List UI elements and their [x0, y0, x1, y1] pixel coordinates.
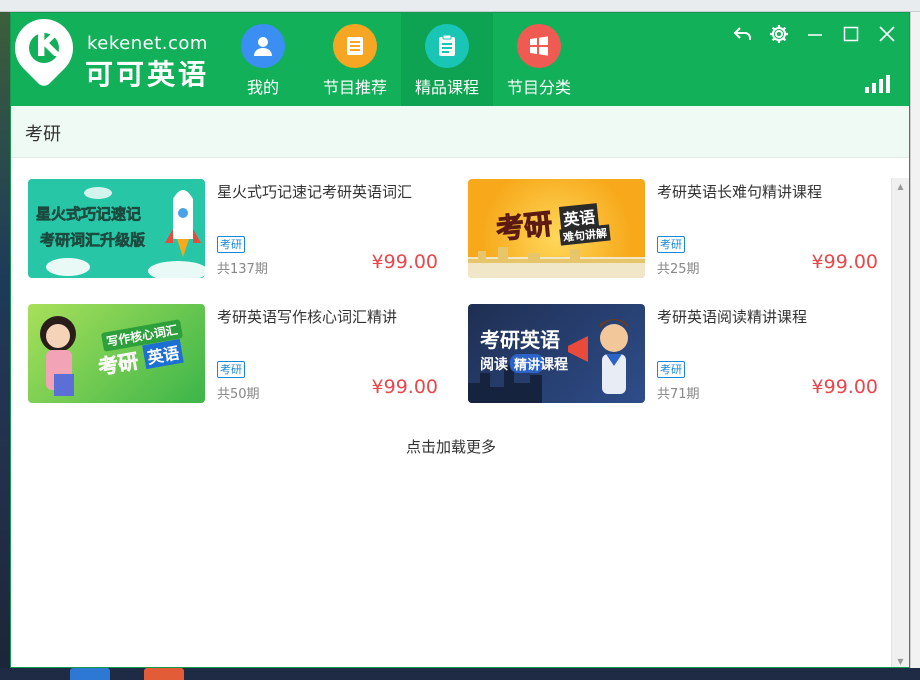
course-episode-count: 共25期	[657, 262, 700, 277]
section-header: 考研	[11, 106, 909, 158]
desktop-background-left	[0, 12, 10, 680]
course-thumbnail: 考研 英语 难句讲解	[468, 179, 645, 278]
course-card[interactable]: 考研英语 阅读 精讲 课程 考研英语阅读精讲课程 考研 共71期 ¥99.00	[468, 304, 888, 404]
thumbnail-text: 考研英语	[480, 328, 560, 352]
maximize-icon[interactable]	[835, 19, 867, 49]
course-tag: 考研	[657, 361, 685, 378]
signal-strength-icon	[865, 75, 893, 93]
course-card[interactable]: 星火式巧记速记 考研词汇升级版 星火式巧记速记考研英语词汇 考研 共137期 ¥…	[28, 179, 448, 279]
course-list: 星火式巧记速记 考研词汇升级版 星火式巧记速记考研英语词汇 考研 共137期 ¥…	[11, 158, 891, 667]
thumbnail-text: 星火式巧记速记	[36, 205, 142, 224]
course-title: 星火式巧记速记考研英语词汇	[217, 183, 413, 201]
thumbnail-text: 考研	[494, 207, 554, 247]
nav-label: 节目分类	[506, 78, 571, 97]
main-nav: 我的 节目推荐 精品课程 节目分类	[217, 13, 585, 106]
nav-item-premium-courses[interactable]: 精品课程	[401, 13, 493, 106]
scroll-up-arrow-icon[interactable]: ▲	[892, 178, 909, 194]
course-title: 考研英语写作核心词汇精讲	[217, 308, 398, 326]
logo-letter: K	[34, 25, 62, 65]
course-tag: 考研	[217, 361, 245, 378]
course-thumbnail: 星火式巧记速记 考研词汇升级版	[28, 179, 205, 278]
course-tag: 考研	[217, 236, 245, 253]
taskbar	[0, 668, 920, 680]
window-controls	[727, 19, 903, 49]
thumbnail-text: 课程	[540, 357, 568, 373]
thumbnail-text: 考研词汇升级版	[40, 231, 146, 250]
load-more-link[interactable]: 点击加载更多	[11, 436, 891, 457]
gear-icon[interactable]	[763, 19, 795, 49]
desktop-background-top	[0, 0, 920, 12]
list-icon	[333, 24, 377, 68]
scroll-down-arrow-icon[interactable]: ▼	[892, 653, 909, 667]
nav-item-mine[interactable]: 我的	[217, 13, 309, 106]
nav-item-categories[interactable]: 节目分类	[493, 13, 585, 106]
course-thumbnail: 考研英语 阅读 精讲 课程	[468, 304, 645, 403]
course-tag: 考研	[657, 236, 685, 253]
taskbar-app-icon[interactable]	[70, 668, 110, 680]
windows-icon	[517, 24, 561, 68]
course-price: ¥99.00	[811, 251, 878, 273]
course-price: ¥99.00	[811, 376, 878, 398]
minimize-icon[interactable]	[799, 19, 831, 49]
course-title: 考研英语阅读精讲课程	[657, 308, 808, 326]
course-episode-count: 共137期	[217, 262, 268, 277]
thumbnail-text: 阅读	[480, 357, 508, 373]
user-icon	[241, 24, 285, 68]
course-price: ¥99.00	[371, 251, 438, 273]
nav-label: 精品课程	[414, 78, 479, 97]
close-icon[interactable]	[871, 19, 903, 49]
course-episode-count: 共50期	[217, 387, 260, 402]
course-thumbnail: 写作核心词汇 考研 英语	[28, 304, 205, 403]
thumbnail-text: 精讲	[510, 354, 545, 373]
course-price: ¥99.00	[371, 376, 438, 398]
course-title: 考研英语长难句精讲课程	[657, 183, 823, 201]
title-bar: K kekenet.com 可可英语 我的 节目推荐 精品课程 节目分类	[11, 13, 909, 106]
course-card[interactable]: 写作核心词汇 考研 英语 考研英语写作核心词汇精讲 考研 共50期 ¥99.00	[28, 304, 448, 404]
logo-domain: kekenet.com	[87, 33, 208, 54]
course-episode-count: 共71期	[657, 387, 700, 402]
vertical-scrollbar[interactable]: ▲ ▼	[891, 178, 909, 667]
clipboard-icon	[425, 24, 469, 68]
section-title: 考研	[25, 124, 61, 145]
nav-label: 节目推荐	[322, 78, 387, 97]
desktop-background-right	[910, 12, 920, 680]
logo-app-name: 可可英语	[85, 58, 210, 91]
taskbar-app-icon[interactable]	[144, 668, 184, 680]
nav-item-recommended[interactable]: 节目推荐	[309, 13, 401, 106]
course-card[interactable]: 考研 英语 难句讲解 考研英语长难句精讲课程 考研 共25期 ¥99.00	[468, 179, 888, 279]
app-logo: K kekenet.com 可可英语	[11, 13, 211, 106]
app-window: K kekenet.com 可可英语 我的 节目推荐 精品课程 节目分类 考研 …	[10, 12, 910, 668]
nav-label: 我的	[246, 78, 279, 97]
back-icon[interactable]	[727, 19, 759, 49]
